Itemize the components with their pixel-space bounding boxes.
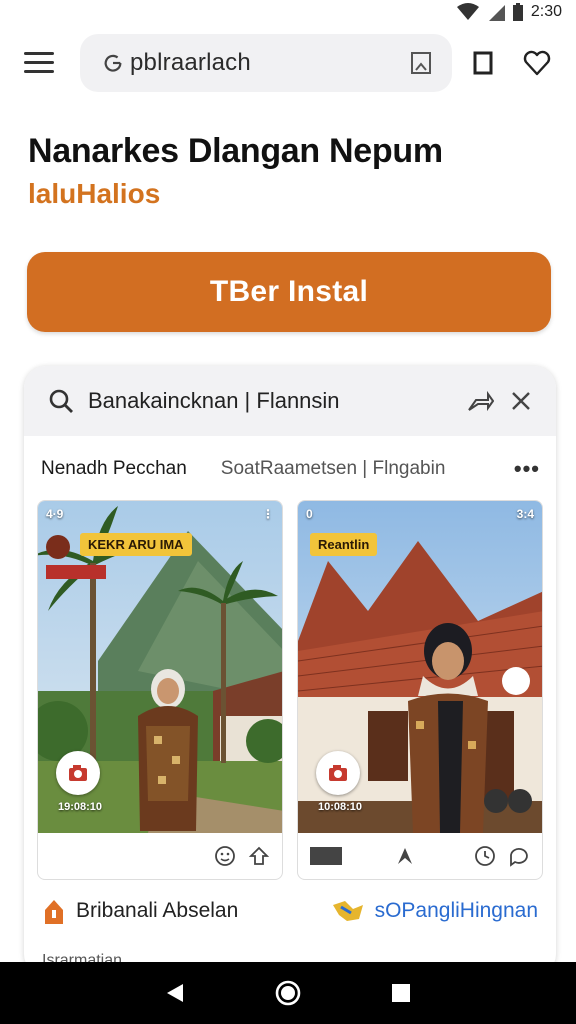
post-camera-button[interactable] [316, 751, 360, 795]
comment-icon[interactable] [508, 845, 530, 867]
tab-first[interactable]: Nenadh Pecchan [41, 458, 187, 480]
post-status-bar: 4·9 ⋮ [46, 507, 274, 521]
forward-icon[interactable] [394, 846, 416, 866]
footer-left-label: Bribanali Abselan [76, 899, 239, 922]
post-image[interactable]: 4·9 ⋮ KEKR ARU IMA 19:08:10 [38, 501, 282, 833]
address-text: pblraarlach [130, 49, 251, 76]
home-icon[interactable] [274, 979, 302, 1007]
install-button[interactable]: TBer Instal [27, 252, 551, 332]
post-time: 10:08:10 [318, 801, 363, 813]
alert-icon [45, 900, 63, 924]
menu-bar [24, 51, 54, 55]
card-search-bar[interactable]: Banakaincknan | Flannsin [24, 366, 556, 436]
post-actions [38, 833, 282, 879]
page-subtitle: laluHalios [28, 178, 161, 209]
system-nav-bar [0, 962, 576, 1024]
post-badge: Reantlin [310, 533, 378, 556]
post-actions [298, 833, 542, 879]
post-grid: 4·9 ⋮ KEKR ARU IMA 19:08:10 0 3:4 Reantl… [37, 500, 543, 880]
address-bar[interactable]: pblraarlach [80, 34, 452, 92]
post-badge: KEKR ARU IMA [80, 533, 192, 556]
post-status-right: 3:4 [516, 507, 534, 521]
heart-icon[interactable] [522, 48, 552, 78]
card-tabs: Nenadh Pecchan SoatRaametsen | Flngabin … [24, 436, 556, 502]
post-card[interactable]: 4·9 ⋮ KEKR ARU IMA 19:08:10 [37, 500, 283, 880]
reading-list-icon[interactable] [408, 50, 434, 76]
signal-icon [488, 5, 505, 21]
wifi-icon [456, 3, 479, 20]
more-options-icon[interactable]: ••• [514, 456, 540, 482]
recents-icon[interactable] [391, 983, 411, 1003]
card-footer: Bribanali Abselan sOPangliHingnan [42, 898, 538, 924]
back-icon[interactable] [165, 982, 185, 1004]
post-menu-icon[interactable]: ⋮ [262, 507, 274, 521]
post-camera-button[interactable] [56, 751, 100, 795]
tabs-icon[interactable] [468, 48, 498, 78]
search-icon [49, 389, 73, 413]
battery-icon [512, 3, 523, 21]
post-status-text: 0 [306, 507, 313, 521]
status-bar: 2:30 [0, 0, 576, 24]
content-card: Banakaincknan | Flannsin Nenadh Pecchan … [24, 366, 556, 976]
tab-second[interactable]: SoatRaametsen | Flngabin [221, 458, 446, 480]
footer-right[interactable]: sOPangliHingnan [331, 899, 538, 923]
post-image[interactable]: 0 3:4 Reantlin 10:08:10 [298, 501, 542, 833]
camera-icon [329, 765, 347, 781]
keyboard-icon[interactable] [310, 847, 342, 865]
card-search-text: Banakaincknan | Flannsin [88, 388, 340, 413]
footer-right-label: sOPangliHingnan [374, 899, 538, 922]
post-status-text: 4·9 [46, 507, 64, 521]
map-icon [332, 901, 363, 921]
post-card[interactable]: 0 3:4 Reantlin 10:08:10 [297, 500, 543, 880]
menu-button[interactable] [24, 46, 60, 78]
post-status-bar: 0 3:4 [306, 507, 534, 521]
post-time: 19:08:10 [58, 801, 103, 813]
share-icon[interactable] [466, 388, 494, 414]
browser-toolbar: pblraarlach [0, 32, 576, 92]
clock-icon[interactable] [474, 845, 496, 867]
page-title: Nanarkes Dlangan Nepum [28, 132, 443, 170]
emoji-icon[interactable] [214, 845, 236, 867]
footer-left[interactable]: Bribanali Abselan [42, 898, 238, 924]
menu-bar [24, 69, 54, 73]
share-alt-icon[interactable] [248, 845, 270, 867]
camera-icon [69, 765, 87, 781]
google-icon [104, 54, 122, 72]
menu-bar [24, 60, 54, 64]
status-time: 2:30 [530, 3, 562, 20]
close-icon[interactable] [510, 390, 532, 412]
